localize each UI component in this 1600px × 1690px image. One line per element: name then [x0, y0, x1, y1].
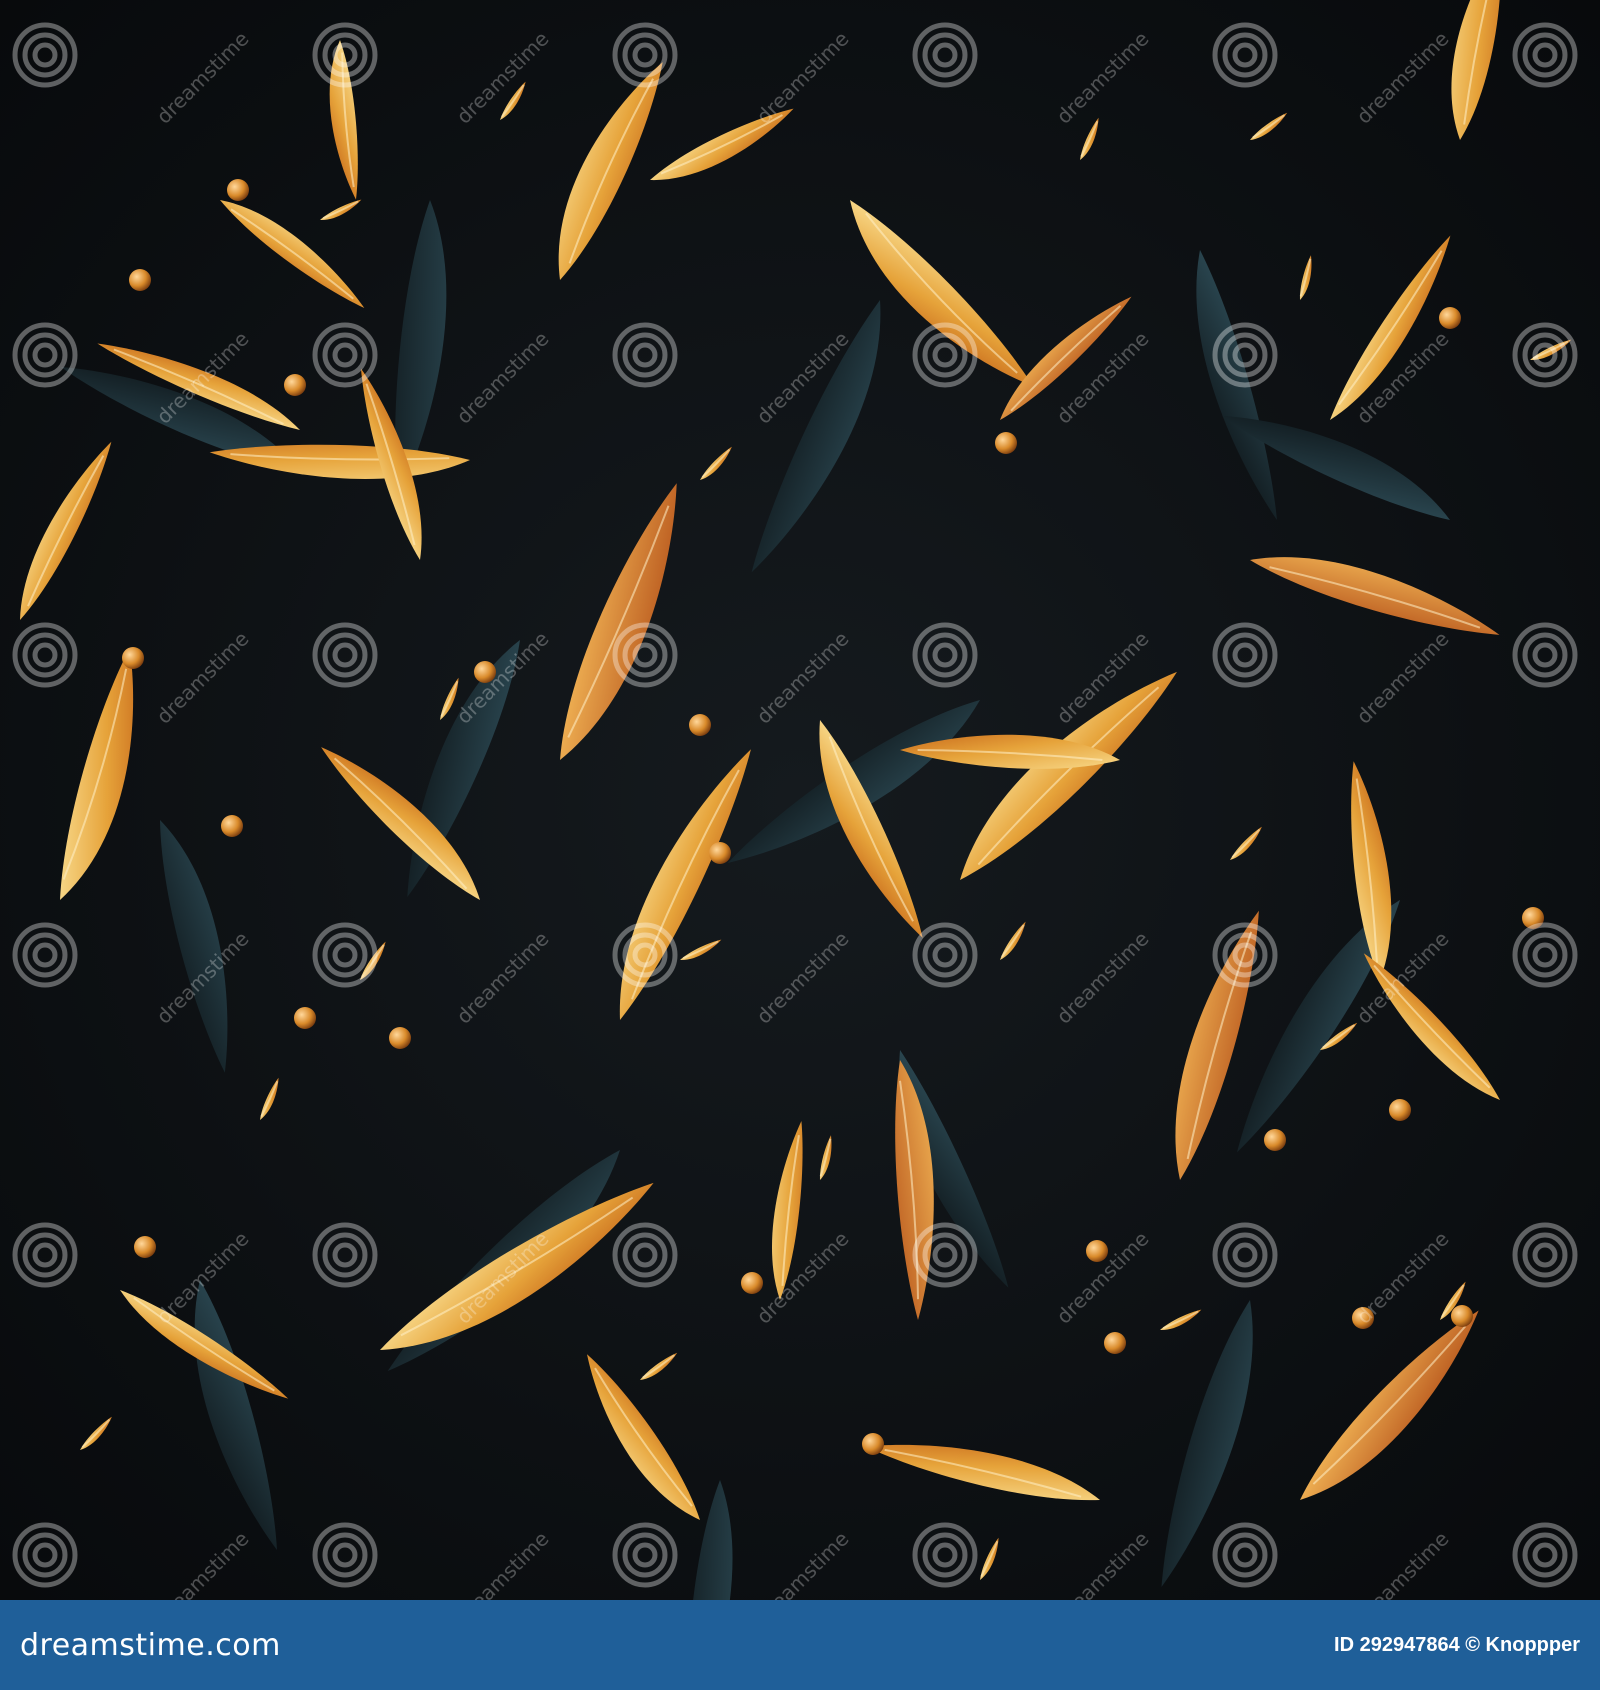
gold-bead [862, 1433, 884, 1455]
gold-bead [389, 1027, 411, 1049]
gold-bead [1439, 307, 1461, 329]
gold-bead [995, 432, 1017, 454]
gold-bead [709, 842, 731, 864]
gold-bead [741, 1272, 763, 1294]
pattern-canvas: dreamstime dreamstime dreamstime dreamstime… [0, 0, 1600, 1600]
gold-bead [1451, 1305, 1473, 1327]
gold-bead [1264, 1129, 1286, 1151]
gold-bead [1389, 1099, 1411, 1121]
gold-bead [221, 815, 243, 837]
gold-bead [294, 1007, 316, 1029]
pattern-artwork: dreamstime dreamstime dreamstime dreamstime… [0, 0, 1600, 1600]
gold-bead [1104, 1332, 1126, 1354]
gold-bead [689, 714, 711, 736]
gold-bead [284, 374, 306, 396]
gold-bead [129, 269, 151, 291]
gold-bead [122, 647, 144, 669]
gold-bead [134, 1236, 156, 1258]
image-credit: ID 292947864 © Knoppper [1334, 1633, 1580, 1656]
footer-bar: dreamstime.com ID 292947864 © Knoppper [0, 1600, 1600, 1690]
gold-bead [227, 179, 249, 201]
brand-text[interactable]: dreamstime.com [20, 1628, 281, 1663]
